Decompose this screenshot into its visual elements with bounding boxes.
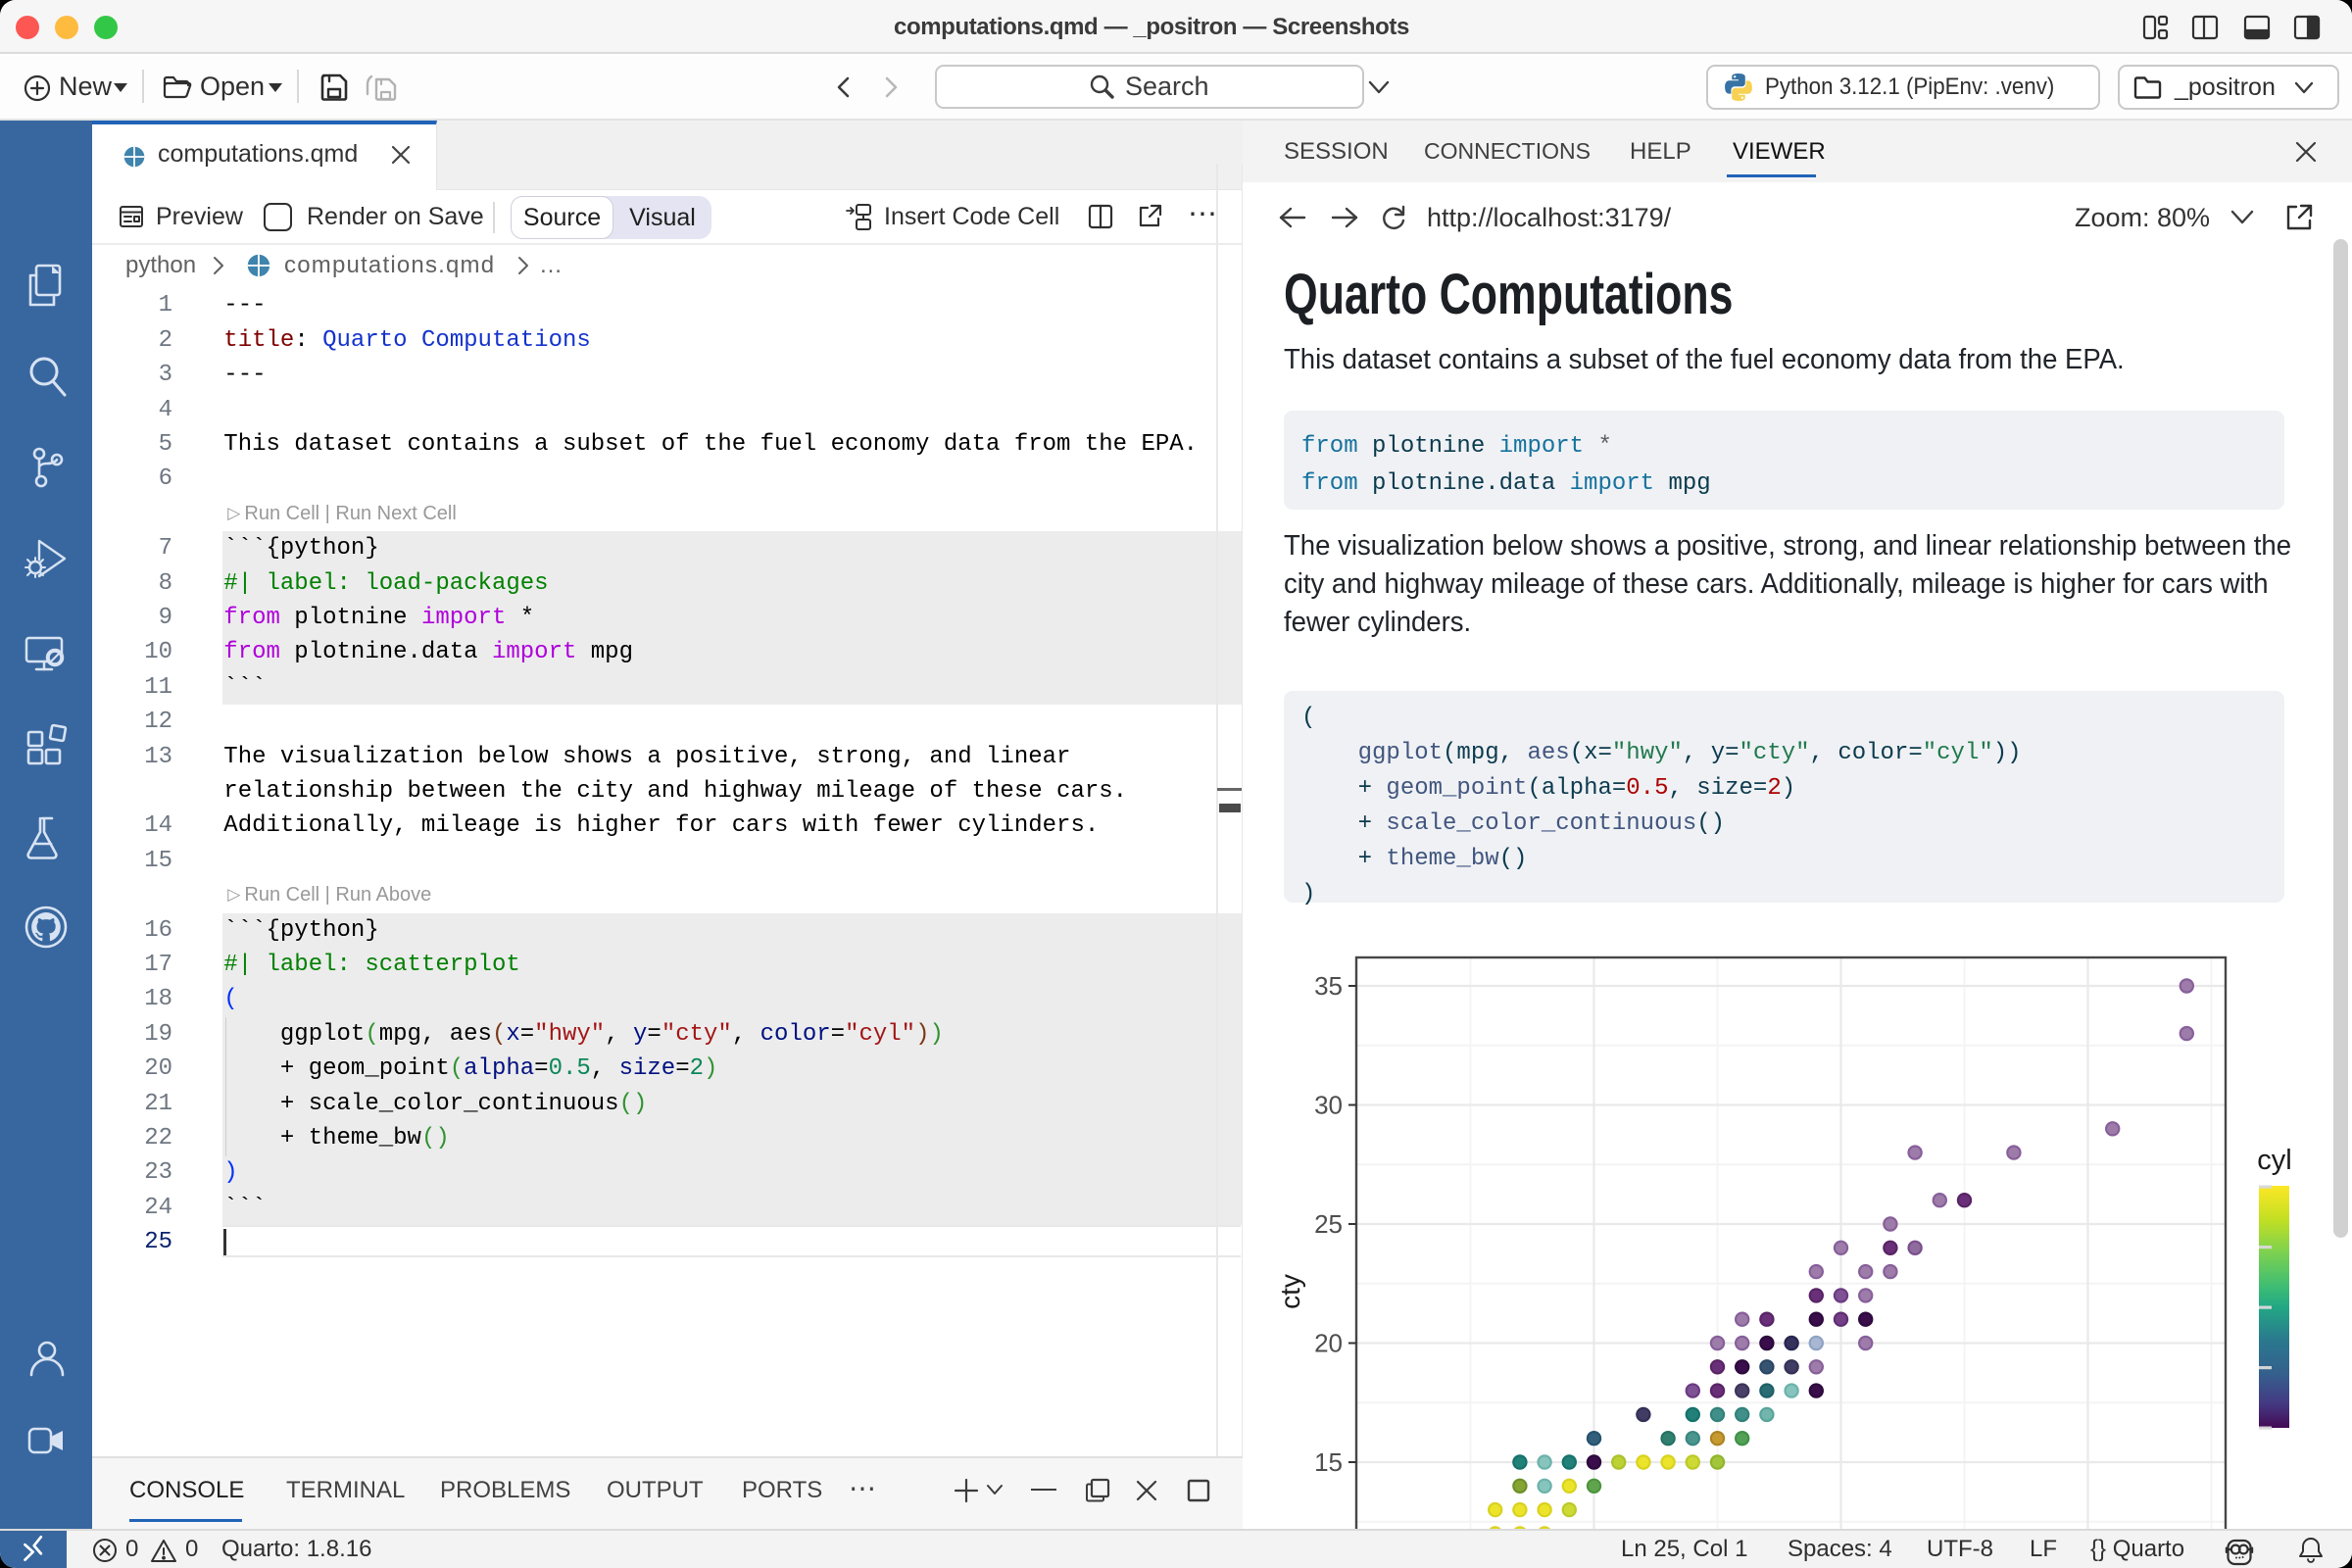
svg-text:cyl: cyl [2257, 1145, 2291, 1176]
svg-text:cty: cty [1275, 1274, 1305, 1309]
svg-text:35: 35 [1314, 971, 1343, 1001]
svg-text:25: 25 [1314, 1209, 1343, 1239]
svg-text:30: 30 [1314, 1091, 1343, 1120]
svg-text:20: 20 [1314, 1329, 1343, 1358]
svg-text:15: 15 [1314, 1447, 1343, 1477]
